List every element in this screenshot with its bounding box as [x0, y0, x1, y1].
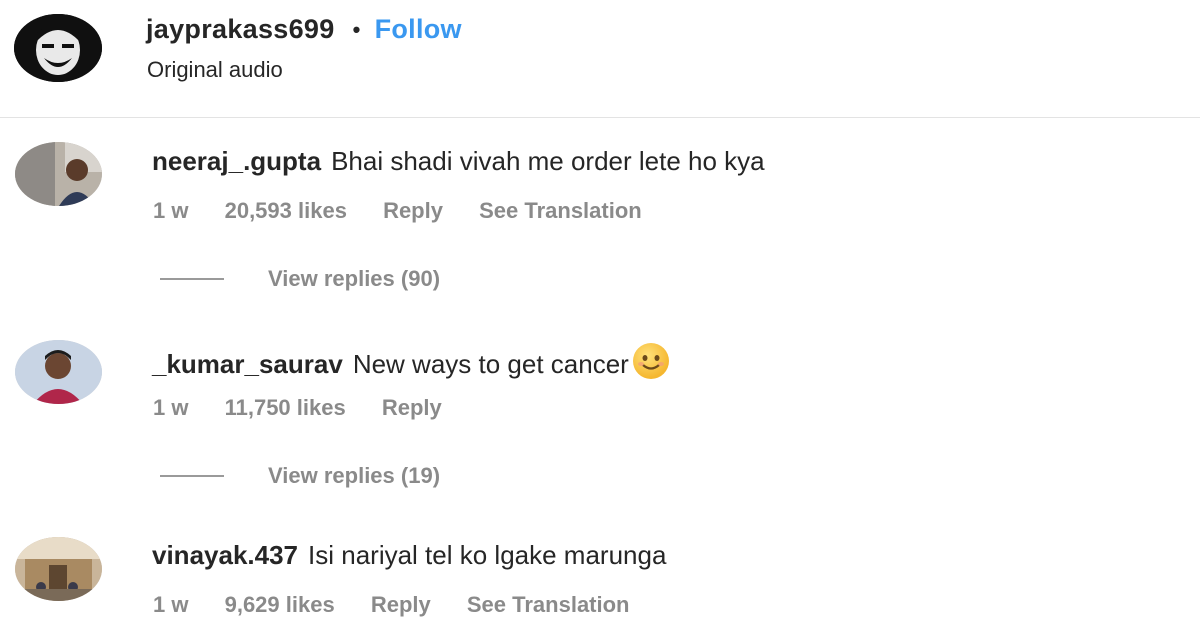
- separator-dot: •: [352, 16, 361, 42]
- commenter-avatar[interactable]: [15, 142, 102, 206]
- comment-likes[interactable]: 11,750 likes: [225, 395, 346, 420]
- comment-age: 1 w: [153, 592, 189, 617]
- comment-line: _kumar_saurav New ways to get cancer: [152, 343, 669, 380]
- commenter-avatar[interactable]: [15, 340, 102, 404]
- comment-line: vinayak.437 Isi nariyal tel ko lgake maru…: [152, 540, 666, 571]
- view-replies-button[interactable]: View replies (19): [160, 463, 440, 489]
- comment-likes[interactable]: 20,593 likes: [225, 198, 347, 223]
- comment-text: Bhai shadi vivah me order lete ho kya: [331, 146, 765, 176]
- reply-button[interactable]: Reply: [383, 198, 443, 223]
- replies-divider: [160, 475, 224, 477]
- see-translation-button[interactable]: See Translation: [479, 198, 642, 223]
- comment-username[interactable]: _kumar_saurav: [152, 349, 343, 379]
- comment-age: 1 w: [153, 198, 189, 223]
- comment-meta: 1 w 20,593 likes Reply See Translation: [153, 198, 672, 224]
- comments-panel: jayprakass699 • Follow Original audio ne…: [0, 0, 1200, 628]
- view-replies-label: View replies (19): [268, 463, 441, 488]
- reply-button[interactable]: Reply: [382, 395, 442, 420]
- comment-text: Isi nariyal tel ko lgake marunga: [308, 540, 667, 570]
- comment-meta: 1 w 11,750 likes Reply: [153, 395, 472, 421]
- author-line: jayprakass699 • Follow: [146, 14, 462, 45]
- author-avatar[interactable]: [14, 14, 102, 82]
- audio-label[interactable]: Original audio: [147, 57, 283, 83]
- comment-line: neeraj_.gupta Bhai shadi vivah me order l…: [152, 146, 765, 177]
- smiling-face-emoji-icon: [632, 343, 669, 379]
- author-username[interactable]: jayprakass699: [146, 14, 335, 45]
- see-translation-button[interactable]: See Translation: [467, 592, 630, 617]
- comment-age: 1 w: [153, 395, 189, 420]
- comment-username[interactable]: neeraj_.gupta: [152, 146, 321, 176]
- comment-username[interactable]: vinayak.437: [152, 540, 298, 570]
- comment-likes[interactable]: 9,629 likes: [225, 592, 335, 617]
- commenter-avatar[interactable]: [15, 537, 102, 601]
- view-replies-label: View replies (90): [268, 266, 441, 291]
- view-replies-button[interactable]: View replies (90): [160, 266, 440, 292]
- reply-button[interactable]: Reply: [371, 592, 431, 617]
- comment-meta: 1 w 9,629 likes Reply See Translation: [153, 592, 660, 618]
- replies-divider: [160, 278, 224, 280]
- post-header: jayprakass699 • Follow Original audio: [0, 0, 1200, 118]
- comment-text: New ways to get cancer: [352, 349, 629, 379]
- follow-button[interactable]: Follow: [375, 14, 462, 45]
